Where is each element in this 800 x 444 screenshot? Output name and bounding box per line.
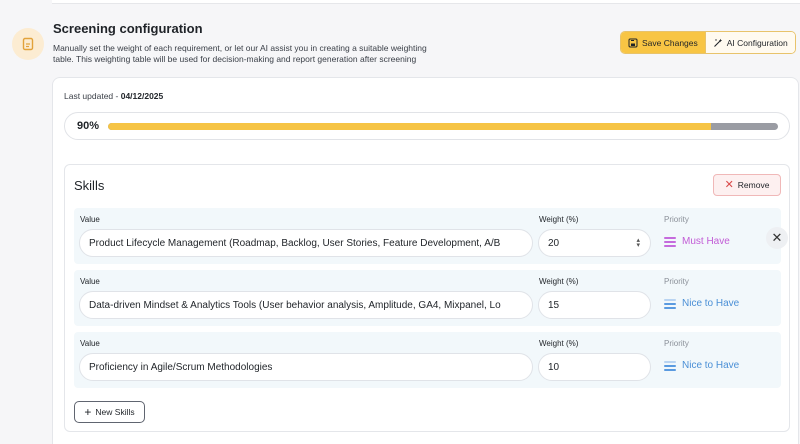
priority-value: Nice to Have [682,360,740,371]
skills-section: Skills ✕ Remove Value Weight (%) Priorit… [64,164,790,432]
value-label: Value [80,215,100,224]
priority-label: Priority [664,277,689,286]
description-line-1: Manually set the weight of each requirem… [53,43,427,53]
progress-percent: 90% [77,120,100,132]
value-label: Value [80,339,100,348]
skills-title: Skills [74,178,105,193]
description-line-2: table. This weighting table will be used… [53,54,417,64]
last-updated-label: Last updated - [64,91,121,101]
skill-row: Value Weight (%) Priority Product Lifecy… [74,208,781,264]
ai-configuration-button[interactable]: AI Configuration [704,32,795,53]
weight-progress: 90% [64,112,790,140]
plus-icon: + [84,405,92,419]
progress-track [108,123,778,130]
priority-value: Must Have [682,236,730,247]
progress-fill [108,123,711,130]
value-label: Value [80,277,100,286]
page-description: Manually set the weight of each requirem… [53,43,473,65]
priority-select[interactable]: Nice to Have [664,360,739,371]
priority-select[interactable]: Must Have [664,236,730,247]
last-updated: Last updated - 04/12/2025 [64,91,163,101]
priority-bars-icon [664,236,676,247]
page-header: Screening configuration Manually set the… [53,21,473,65]
page-title: Screening configuration [53,21,203,36]
skill-row: Value Weight (%) Priority Data-driven Mi… [74,270,781,326]
document-icon [12,28,44,60]
skill-value-input[interactable]: Proficiency in Agile/Scrum Methodologies [79,353,533,381]
weight-input[interactable]: 10 [538,353,651,381]
new-skills-button[interactable]: + New Skills [74,401,145,423]
weight-label: Weight (%) [539,277,579,286]
priority-value: Nice to Have [682,298,740,309]
priority-label: Priority [664,339,689,348]
close-row-icon[interactable]: ✕ [766,227,788,249]
top-panel-edge [52,0,800,4]
weight-label: Weight (%) [539,215,579,224]
skill-value-input[interactable]: Product Lifecycle Management (Roadmap, B… [79,229,533,257]
weight-value: 10 [548,361,560,373]
priority-label: Priority [664,215,689,224]
skill-row: Value Weight (%) Priority Proficiency in… [74,332,781,388]
header-actions: Save Changes AI Configuration [620,31,796,54]
close-icon: ✕ [724,178,734,191]
weight-input[interactable]: 15 [538,291,651,319]
remove-label: Remove [737,180,770,190]
weight-value: 20 [548,237,560,249]
priority-bars-icon [664,360,676,371]
ai-configuration-label: AI Configuration [726,37,788,48]
priority-select[interactable]: Nice to Have [664,298,739,309]
save-icon [628,38,638,47]
last-updated-date: 04/12/2025 [120,91,164,101]
save-changes-label: Save Changes [642,37,698,48]
remove-button[interactable]: ✕ Remove [713,174,781,196]
weight-input[interactable]: 20 ▴ ▾ [538,229,651,257]
save-changes-button[interactable]: Save Changes [621,32,705,53]
magic-wand-icon [713,38,722,47]
weight-label: Weight (%) [539,339,579,348]
new-skills-label: New Skills [95,407,135,417]
priority-bars-icon [664,298,676,309]
stepper-icon[interactable]: ▴ ▾ [636,237,640,249]
weight-value: 15 [548,299,560,311]
skill-value-input[interactable]: Data-driven Mindset & Analytics Tools (U… [79,291,533,319]
configuration-panel: Last updated - 04/12/2025 90% Skills ✕ R… [52,77,799,444]
